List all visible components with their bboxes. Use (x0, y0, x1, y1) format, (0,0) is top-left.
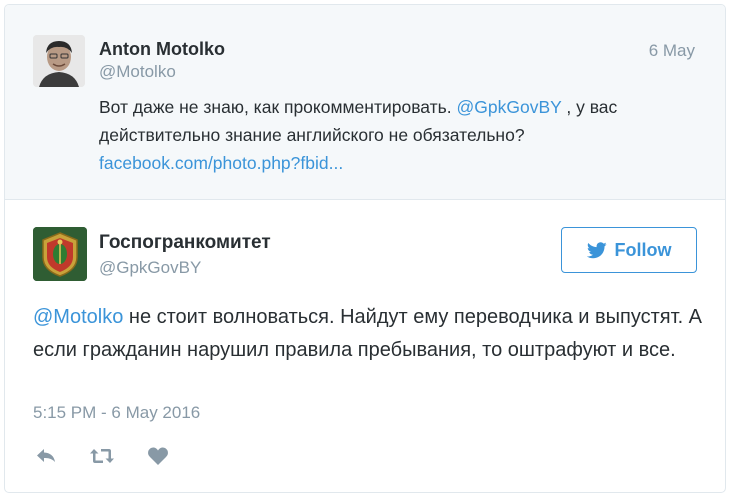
mention-motolko-link[interactable]: @Motolko (33, 306, 123, 328)
retweet-icon (90, 449, 114, 463)
follow-button-label: Follow (614, 239, 672, 260)
embedded-tweet-card: Anton Motolko @Motolko 6 May Вот даже не… (4, 4, 726, 493)
reply-text-body: не стоит волноваться. Найдут ему перевод… (33, 306, 703, 361)
heart-icon (148, 447, 168, 465)
tweet-actions (33, 443, 171, 469)
follow-button[interactable]: Follow (561, 227, 697, 273)
parent-author-name[interactable]: Anton Motolko (99, 39, 225, 60)
reply-icon (37, 449, 55, 462)
border-guard-emblem-icon (33, 227, 87, 281)
reply-timestamp[interactable]: 5:15 PM - 6 May 2016 (33, 403, 200, 423)
like-action[interactable] (145, 443, 171, 469)
parent-tweet-date[interactable]: 6 May (649, 41, 695, 61)
avatar-gospogrankomitet[interactable] (33, 227, 87, 281)
facebook-photo-link[interactable]: facebook.com/photo.php?fbid... (99, 153, 343, 173)
reply-author-handle[interactable]: @GpkGovBY (99, 258, 201, 278)
twitter-bird-icon (586, 241, 607, 258)
reply-action[interactable] (33, 443, 59, 469)
mention-gpkgovby-link[interactable]: @GpkGovBY (457, 97, 562, 117)
retweet-action[interactable] (89, 443, 115, 469)
avatar-anton-motolko[interactable] (33, 35, 85, 87)
parent-tweet-text: Вот даже не знаю, как прокомментировать.… (99, 93, 689, 177)
parent-text-before: Вот даже не знаю, как прокомментировать. (99, 97, 457, 117)
parent-author-handle[interactable]: @Motolko (99, 62, 176, 82)
reply-author-name[interactable]: Госпогранкомитет (99, 232, 271, 254)
parent-tweet: Anton Motolko @Motolko 6 May Вот даже не… (5, 5, 725, 200)
reply-tweet-text: @Motolko не стоит волноваться. Найдут ем… (33, 301, 703, 367)
